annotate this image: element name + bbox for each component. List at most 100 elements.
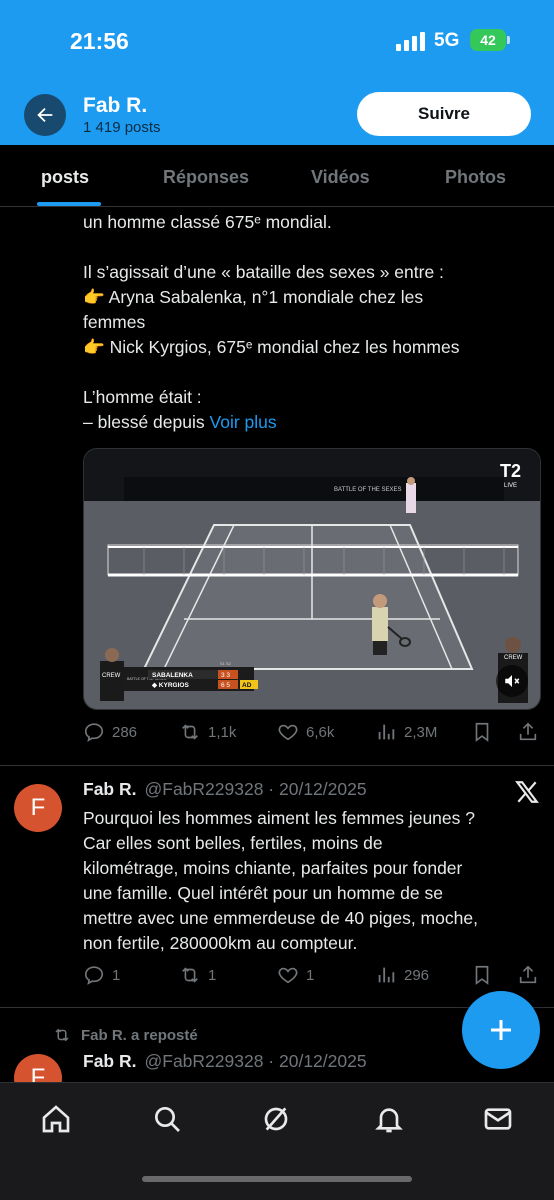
tab-videos[interactable]: Vidéos — [311, 167, 370, 188]
compose-button[interactable] — [462, 991, 540, 1069]
tv-live: LIVE — [504, 483, 517, 489]
like-button[interactable]: 1 — [277, 964, 314, 986]
post-line-blank — [83, 235, 543, 260]
crew-left — [100, 661, 124, 701]
svg-text:3 3: 3 3 — [221, 672, 230, 679]
signal-icon — [396, 31, 426, 51]
repost-count: 1 — [208, 966, 217, 984]
svg-text:CREW: CREW — [504, 655, 523, 661]
mute-icon — [505, 675, 520, 687]
network-type: 5G — [434, 30, 460, 51]
author-handle-date: @FabR229328 · 20/12/2025 — [144, 1051, 367, 1071]
like-count: 1 — [306, 966, 315, 984]
like-count: 6,6k — [306, 723, 335, 741]
author-handle-date: @FabR229328 · 20/12/2025 — [144, 779, 367, 799]
show-more-link[interactable]: Voir plus — [210, 412, 277, 432]
bookmark-button[interactable] — [471, 721, 493, 743]
bookmark-button[interactable] — [471, 964, 493, 986]
tab-posts[interactable]: posts — [41, 167, 89, 188]
post-line-blank — [83, 360, 543, 385]
post-video[interactable]: BATTLE OF THE SEXES CREW CREW T2 LIVE BA… — [83, 448, 541, 710]
bookmark-icon — [475, 965, 489, 985]
status-bar: 21:56 5G 42 — [0, 0, 554, 80]
tweet-line: non fertile, 280000km au compteur. — [83, 933, 358, 953]
post-line: Il s’agissait d’une « bataille des sexes… — [83, 262, 444, 282]
compose-plus-icon — [491, 1020, 511, 1040]
divider — [0, 765, 554, 766]
profile-tabs: posts Réponses Vidéos Photos — [0, 145, 554, 207]
messages-icon[interactable] — [482, 1103, 514, 1135]
profile-header: 21:56 5G 42 Fab R. 1 419 posts Suivre — [0, 0, 554, 145]
views-icon — [378, 724, 395, 740]
svg-text:CREW: CREW — [102, 673, 121, 679]
post-actions: 286 1,1k 6,6k 2,3M — [83, 721, 543, 749]
repost-button[interactable]: 1 — [179, 964, 216, 986]
post-line-last: – blessé depuis Voir plus — [83, 410, 543, 435]
grok-icon[interactable] — [260, 1103, 292, 1135]
views-count: 296 — [404, 966, 430, 984]
repost-icon — [55, 1028, 69, 1042]
tweet-line: kilométrage, moins chiante, parfaites po… — [83, 858, 463, 878]
svg-text:AD: AD — [242, 682, 252, 689]
tweet-line: Pourquoi les hommes aiment les femmes je… — [83, 808, 475, 828]
reply-button[interactable]: 1 — [83, 964, 120, 986]
author-name[interactable]: Fab R. — [83, 779, 136, 800]
svg-text:◆ KYRGIOS: ◆ KYRGIOS — [151, 682, 189, 689]
back-arrow-icon — [37, 107, 53, 123]
tweet-text: Pourquoi les hommes aiment les femmes je… — [83, 806, 543, 956]
share-button[interactable] — [517, 964, 539, 986]
avatar[interactable]: F — [14, 784, 62, 832]
board-banner: BATTLE OF THE SEXES — [334, 487, 401, 493]
reply-button[interactable]: 286 — [83, 721, 137, 743]
tweet-line: mettre avec une emmerdeuse de 40 piges, … — [83, 908, 478, 928]
post-line: L’homme était : — [83, 387, 202, 407]
post-line: un homme classé 675ᵉ mondial. — [83, 212, 332, 232]
home-indicator — [142, 1176, 412, 1182]
battery-level: 42 — [480, 32, 496, 48]
battery-tip — [507, 36, 510, 44]
like-button[interactable]: 6,6k — [277, 721, 334, 743]
active-tab-indicator — [37, 202, 101, 206]
svg-text:SABALENKA: SABALENKA — [152, 672, 193, 679]
x-logo-icon — [515, 781, 539, 803]
repost-button[interactable]: 1,1k — [179, 721, 236, 743]
bookmark-icon — [475, 722, 489, 742]
repost-icon — [182, 724, 198, 740]
reply-count: 1 — [112, 966, 121, 984]
follow-button[interactable]: Suivre — [357, 92, 531, 136]
bottom-nav — [0, 1082, 554, 1200]
views-button[interactable]: 296 — [375, 964, 429, 986]
share-button[interactable] — [517, 721, 539, 743]
repost-count: 1,1k — [208, 723, 237, 741]
status-time: 21:56 — [70, 28, 129, 54]
svg-text:S1 S2: S1 S2 — [220, 661, 232, 666]
tweet-header: Fab R. @FabR229328 · 20/12/2025 — [83, 779, 367, 800]
tennis-court-frame: BATTLE OF THE SEXES CREW CREW T2 LIVE BA… — [84, 449, 540, 709]
post-line-text: – blessé depuis — [83, 412, 205, 432]
views-count: 2,3M — [404, 723, 438, 741]
player-near — [372, 607, 388, 641]
post-line: 👉 Nick Kyrgios, 675ᵉ mondial chez les ho… — [83, 337, 460, 357]
views-button[interactable]: 2,3M — [375, 721, 437, 743]
reply-icon — [84, 723, 104, 742]
tab-photos[interactable]: Photos — [445, 167, 506, 188]
like-icon — [278, 724, 298, 741]
profile-posts-count: 1 419 posts — [83, 119, 161, 136]
post-line: femmes — [83, 312, 146, 332]
post-line: 👉 Aryna Sabalenka, n°1 mondiale chez les — [83, 287, 424, 307]
repost-label: Fab R. a reposté — [81, 1026, 198, 1044]
mute-button[interactable] — [496, 665, 528, 697]
tweet-line: Car elles sont belles, fertiles, moins d… — [83, 833, 383, 853]
like-icon — [278, 967, 298, 984]
author-name[interactable]: Fab R. — [83, 1051, 136, 1072]
back-button[interactable] — [24, 94, 66, 136]
tab-replies[interactable]: Réponses — [163, 167, 249, 188]
share-icon — [519, 965, 537, 984]
profile-name: Fab R. — [83, 94, 148, 117]
repost-icon — [182, 967, 198, 983]
notifications-icon[interactable] — [373, 1103, 405, 1135]
search-icon[interactable] — [151, 1103, 183, 1135]
player-far — [406, 483, 416, 513]
home-icon[interactable] — [40, 1103, 72, 1135]
svg-text:6 5: 6 5 — [221, 682, 230, 689]
